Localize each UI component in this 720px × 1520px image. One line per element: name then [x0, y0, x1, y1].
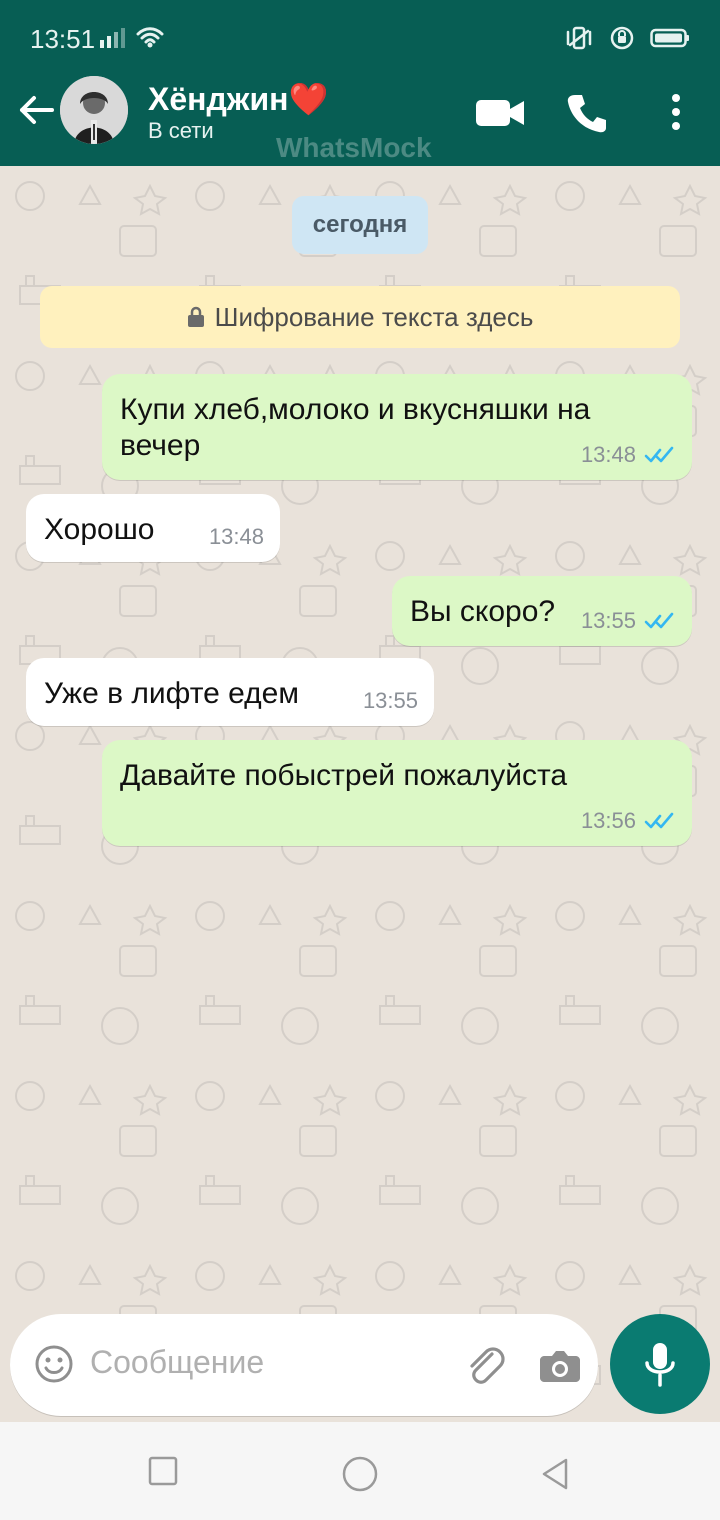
encryption-notice[interactable]: Шифрование текста здесь [40, 286, 680, 348]
message-meta: 13:56 [581, 808, 676, 834]
app-watermark: WhatsMock [276, 132, 432, 163]
status-bar: 13:51 [0, 0, 720, 76]
message-text: Уже в лифте едем [44, 677, 299, 710]
rotation-lock-icon [610, 26, 634, 50]
more-vert-icon [672, 94, 680, 130]
home-icon [342, 1456, 378, 1492]
signal-icon [100, 28, 125, 48]
message-meta: 13:48 [209, 524, 264, 550]
camera-icon [540, 1351, 580, 1382]
message-input[interactable]: Сообщение [90, 1344, 264, 1381]
more-options-button[interactable] [666, 92, 686, 137]
nav-home-button[interactable] [340, 1454, 380, 1499]
lock-icon [187, 306, 204, 327]
mic-icon [645, 1343, 675, 1387]
incoming-message[interactable]: Хорошо 13:48 [26, 494, 280, 562]
nav-back-button[interactable] [536, 1454, 576, 1499]
date-divider: сегодня [292, 196, 428, 254]
camera-button[interactable] [538, 1344, 582, 1389]
message-meta: 13:55 [363, 688, 418, 714]
outgoing-message[interactable]: Купи хлеб,молоко и вкусняшки на вечер 13… [102, 374, 692, 480]
back-button[interactable] [16, 92, 56, 128]
emoji-button[interactable] [34, 1344, 74, 1389]
chat-header: 13:51 Хёнджин❤️ В сети WhatsMock [0, 0, 720, 166]
presence-status: В сети [148, 118, 214, 143]
contact-avatar[interactable] [60, 76, 128, 144]
status-right-icons [564, 24, 690, 52]
nav-recent-button[interactable] [146, 1454, 180, 1493]
emoji-icon [35, 1345, 73, 1383]
message-meta: 13:55 [581, 608, 676, 634]
message-time: 13:55 [580, 608, 636, 633]
message-text: Давайте побыстрей пожалуйста [120, 759, 568, 792]
mic-button[interactable] [610, 1314, 710, 1414]
contact-name[interactable]: Хёнджин❤️ [148, 80, 328, 118]
read-receipt-icon [644, 812, 674, 829]
wifi-icon [136, 27, 164, 48]
encryption-notice-text: Шифрование текста здесь [214, 301, 534, 332]
message-time: 13:48 [208, 524, 264, 549]
attach-icon [470, 1347, 505, 1384]
incoming-message[interactable]: Уже в лифте едем 13:55 [26, 658, 434, 726]
back-arrow-icon [20, 96, 54, 124]
recent-apps-icon [148, 1456, 178, 1486]
message-composer[interactable]: Сообщение [10, 1314, 598, 1416]
video-call-button[interactable] [476, 96, 526, 135]
vibrate-icon [566, 26, 592, 50]
attach-button[interactable] [462, 1344, 506, 1393]
voice-call-button[interactable] [566, 92, 608, 139]
status-left-icons [100, 26, 164, 48]
video-call-icon [476, 100, 524, 126]
system-nav-bar [0, 1422, 720, 1520]
read-receipt-icon [644, 446, 674, 463]
message-time: 13:48 [580, 442, 636, 467]
message-meta: 13:48 [581, 442, 676, 468]
outgoing-message[interactable]: Вы скоро? 13:55 [392, 576, 692, 646]
contact-photo [60, 76, 128, 144]
outgoing-message[interactable]: Давайте побыстрей пожалуйста 13:56 [102, 740, 692, 846]
battery-icon [650, 28, 689, 48]
message-time: 13:56 [580, 808, 636, 833]
chat-area[interactable]: сегодня Шифрование текста здесь Купи хле… [0, 166, 720, 1422]
nav-back-icon [542, 1458, 568, 1490]
read-receipt-icon [644, 612, 674, 629]
phone-call-icon [567, 95, 606, 133]
status-time: 13:51 [30, 24, 96, 54]
message-time: 13:55 [362, 688, 418, 713]
